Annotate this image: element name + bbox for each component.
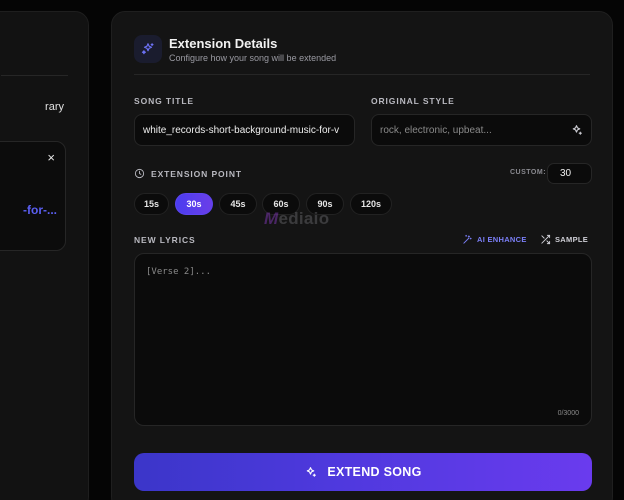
library-panel: rary × -for-...	[0, 11, 89, 500]
divider	[134, 74, 590, 75]
watermark-mark: M	[264, 209, 279, 228]
song-title-input[interactable]: white_records-short-background-music-for…	[134, 114, 355, 146]
magic-wand-icon	[463, 234, 472, 244]
watermark: Mediaio	[264, 209, 329, 229]
extension-details-panel: Extension Details Configure how your son…	[111, 11, 613, 500]
original-style-input[interactable]: rock, electronic, upbeat...	[371, 114, 592, 146]
app-root: rary × -for-... Extension Details Config…	[0, 0, 624, 500]
sparkles-icon	[134, 35, 162, 63]
extension-point-label: EXTENSION POINT	[151, 168, 242, 179]
song-title-label: SONG TITLE	[134, 96, 194, 106]
clock-icon	[134, 168, 145, 179]
extension-point-header: EXTENSION POINT	[134, 168, 242, 179]
panel-title: Extension Details	[169, 36, 278, 51]
original-style-label: ORIGINAL STYLE	[371, 96, 455, 106]
original-style-placeholder: rock, electronic, upbeat...	[380, 124, 492, 136]
chip-120s[interactable]: 120s	[350, 193, 392, 215]
character-counter: 0/3000	[557, 410, 579, 417]
ai-enhance-label: AI ENHANCE	[477, 235, 527, 244]
chip-15s[interactable]: 15s	[134, 193, 169, 215]
lyrics-textarea[interactable]: [Verse 2]... 0/3000	[134, 253, 592, 426]
lyrics-placeholder: [Verse 2]...	[146, 267, 212, 277]
selected-song-title[interactable]: -for-...	[23, 203, 57, 217]
sample-button[interactable]: SAMPLE	[540, 234, 588, 245]
ai-enhance-button[interactable]: AI ENHANCE	[462, 234, 527, 245]
new-lyrics-label: NEW LYRICS	[134, 235, 196, 245]
watermark-text: ediaio	[278, 209, 330, 228]
custom-seconds-input[interactable]: 30	[547, 163, 592, 184]
extend-song-label: EXTEND SONG	[327, 465, 422, 479]
library-tab-label: rary	[45, 101, 64, 113]
library-tab[interactable]: rary	[1, 92, 66, 122]
sparkle-icon	[307, 466, 317, 477]
selected-song-card[interactable]: × -for-...	[0, 141, 66, 251]
custom-label: CUSTOM:	[510, 169, 547, 176]
custom-seconds-value: 30	[560, 168, 572, 179]
panel-subtitle: Configure how your song will be extended	[169, 53, 337, 63]
extend-song-button[interactable]: EXTEND SONG	[134, 453, 592, 491]
sparkle-icon[interactable]	[570, 124, 583, 137]
divider	[1, 75, 68, 76]
song-title-value: white_records-short-background-music-for…	[143, 124, 340, 136]
close-icon[interactable]: ×	[47, 150, 55, 166]
sample-label: SAMPLE	[555, 235, 589, 244]
chip-45s[interactable]: 45s	[219, 193, 257, 215]
shuffle-icon	[541, 234, 551, 245]
chip-30s[interactable]: 30s	[175, 193, 213, 215]
